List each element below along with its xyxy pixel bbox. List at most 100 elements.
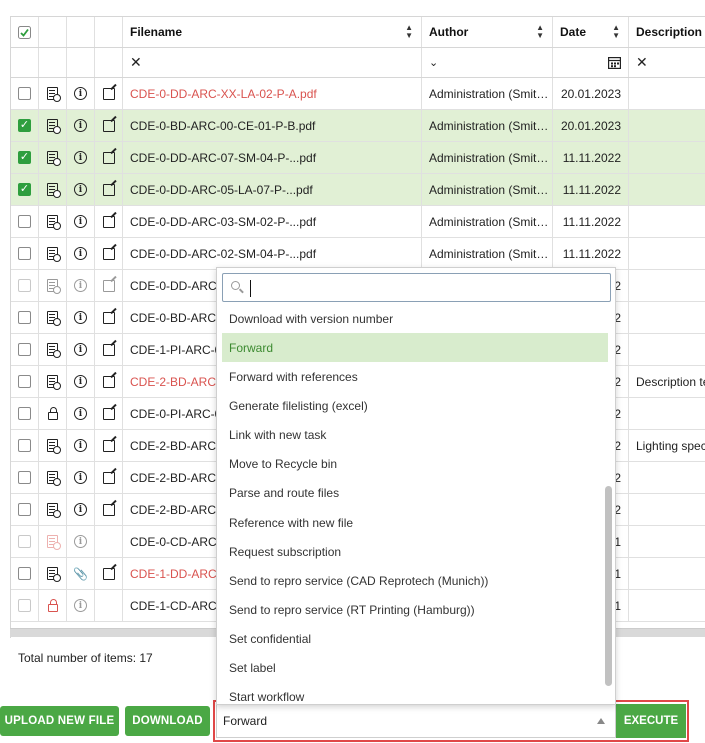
- author-filter[interactable]: ⌄: [422, 48, 553, 77]
- document-icon[interactable]: [47, 503, 61, 518]
- edit-icon[interactable]: [102, 215, 115, 228]
- row-edit-cell[interactable]: [95, 78, 123, 109]
- row-info-cell[interactable]: 📎: [67, 558, 95, 589]
- execute-button[interactable]: EXECUTE: [616, 704, 686, 738]
- row-select-cell[interactable]: [11, 494, 39, 525]
- edit-icon[interactable]: [102, 247, 115, 260]
- info-icon[interactable]: i: [74, 279, 87, 292]
- dropdown-option[interactable]: Set confidential: [222, 625, 608, 654]
- table-row[interactable]: ✓ i CDE-0-DD-ARC-05-LA-07-P-...pdf Administ…: [11, 174, 705, 206]
- dropdown-option[interactable]: Generate filelisting (excel): [222, 391, 608, 420]
- row-edit-cell[interactable]: [95, 430, 123, 461]
- row-checkbox[interactable]: ✓: [18, 119, 31, 132]
- row-checkbox[interactable]: ✓: [18, 183, 31, 196]
- row-type-cell[interactable]: [39, 430, 67, 461]
- table-row[interactable]: i CDE-0-DD-ARC-02-SM-04-P-...pdf Administr…: [11, 238, 705, 270]
- row-edit-cell[interactable]: [95, 494, 123, 525]
- clear-filter-icon[interactable]: ✕: [130, 54, 142, 71]
- row-edit-cell[interactable]: [95, 206, 123, 237]
- row-select-cell[interactable]: [11, 302, 39, 333]
- document-icon[interactable]: [47, 215, 61, 230]
- row-type-cell[interactable]: [39, 334, 67, 365]
- row-info-cell[interactable]: i: [67, 78, 95, 109]
- edit-icon[interactable]: [102, 343, 115, 356]
- row-type-cell[interactable]: [39, 302, 67, 333]
- document-icon[interactable]: [47, 183, 61, 198]
- lock-icon[interactable]: [47, 598, 58, 612]
- document-icon[interactable]: [47, 87, 61, 102]
- upload-new-file-button[interactable]: UPLOAD NEW FILE: [0, 706, 119, 736]
- dropdown-option[interactable]: Download with version number: [222, 304, 608, 333]
- row-checkbox[interactable]: [18, 375, 31, 388]
- row-checkbox[interactable]: ✓: [18, 151, 31, 164]
- row-info-cell[interactable]: i: [67, 270, 95, 301]
- row-filename[interactable]: CDE-0-BD-ARC-00-CE-01-P-B.pdf: [123, 110, 422, 141]
- edit-icon[interactable]: [102, 567, 115, 580]
- column-header-description[interactable]: Description: [629, 17, 705, 47]
- row-info-cell[interactable]: i: [67, 142, 95, 173]
- edit-icon[interactable]: [102, 375, 115, 388]
- row-type-cell[interactable]: [39, 558, 67, 589]
- row-type-cell[interactable]: [39, 462, 67, 493]
- column-header-filename[interactable]: Filename ▲ ▼: [123, 17, 422, 47]
- row-checkbox[interactable]: [18, 215, 31, 228]
- dropdown-scrollbar[interactable]: [605, 486, 612, 686]
- lock-icon[interactable]: [47, 406, 58, 420]
- row-edit-cell[interactable]: [95, 302, 123, 333]
- edit-icon[interactable]: [102, 471, 115, 484]
- table-row[interactable]: i CDE-0-DD-ARC-XX-LA-02-P-A.pdf Administra…: [11, 78, 705, 110]
- row-checkbox[interactable]: [18, 439, 31, 452]
- row-info-cell[interactable]: i: [67, 366, 95, 397]
- dropdown-option[interactable]: Send to repro service (CAD Reprotech (Mu…: [222, 566, 608, 595]
- row-edit-cell[interactable]: [95, 270, 123, 301]
- row-filename[interactable]: CDE-0-DD-ARC-XX-LA-02-P-A.pdf: [123, 78, 422, 109]
- download-button[interactable]: DOWNLOAD: [125, 706, 210, 736]
- edit-icon[interactable]: [102, 87, 115, 100]
- row-info-cell[interactable]: i: [67, 206, 95, 237]
- sort-icon[interactable]: ▲ ▼: [536, 24, 544, 40]
- description-filter[interactable]: ✕: [629, 48, 705, 77]
- dropdown-option[interactable]: Forward: [222, 333, 608, 363]
- row-checkbox[interactable]: [18, 87, 31, 100]
- row-edit-cell[interactable]: [95, 366, 123, 397]
- document-icon[interactable]: [47, 535, 61, 550]
- row-select-cell[interactable]: [11, 558, 39, 589]
- row-type-cell[interactable]: [39, 270, 67, 301]
- row-checkbox[interactable]: [18, 471, 31, 484]
- document-icon[interactable]: [47, 247, 61, 262]
- info-icon[interactable]: i: [74, 439, 87, 452]
- edit-icon[interactable]: [102, 151, 115, 164]
- row-checkbox[interactable]: [18, 503, 31, 516]
- info-icon[interactable]: i: [74, 87, 87, 100]
- row-select-cell[interactable]: [11, 430, 39, 461]
- row-type-cell[interactable]: [39, 78, 67, 109]
- info-icon[interactable]: i: [74, 343, 87, 356]
- info-icon[interactable]: i: [74, 215, 87, 228]
- row-checkbox[interactable]: [18, 311, 31, 324]
- row-type-cell[interactable]: [39, 398, 67, 429]
- row-edit-cell[interactable]: [95, 142, 123, 173]
- row-edit-cell[interactable]: [95, 174, 123, 205]
- document-icon[interactable]: [47, 151, 61, 166]
- row-checkbox[interactable]: [18, 567, 31, 580]
- dropdown-option[interactable]: Start workflow: [222, 683, 608, 704]
- row-info-cell[interactable]: i: [67, 494, 95, 525]
- row-edit-cell[interactable]: [95, 462, 123, 493]
- select-all-icon[interactable]: [18, 25, 31, 39]
- info-icon[interactable]: i: [74, 503, 87, 516]
- row-edit-cell[interactable]: [95, 110, 123, 141]
- row-filename[interactable]: CDE-0-DD-ARC-02-SM-04-P-...pdf: [123, 238, 422, 269]
- dropdown-option[interactable]: Request subscription: [222, 537, 608, 566]
- sort-icon[interactable]: ▲ ▼: [612, 24, 620, 40]
- info-icon[interactable]: i: [74, 183, 87, 196]
- row-select-cell[interactable]: ✓: [11, 142, 39, 173]
- column-header-author[interactable]: Author ▲ ▼: [422, 17, 553, 47]
- row-checkbox[interactable]: [18, 279, 31, 292]
- info-icon[interactable]: i: [74, 119, 87, 132]
- row-select-cell[interactable]: [11, 206, 39, 237]
- row-filename[interactable]: CDE-0-DD-ARC-05-LA-07-P-...pdf: [123, 174, 422, 205]
- row-info-cell[interactable]: i: [67, 302, 95, 333]
- chevron-down-icon[interactable]: ⌄: [429, 56, 438, 69]
- info-icon[interactable]: i: [74, 471, 87, 484]
- dropdown-option[interactable]: Set label: [222, 654, 608, 683]
